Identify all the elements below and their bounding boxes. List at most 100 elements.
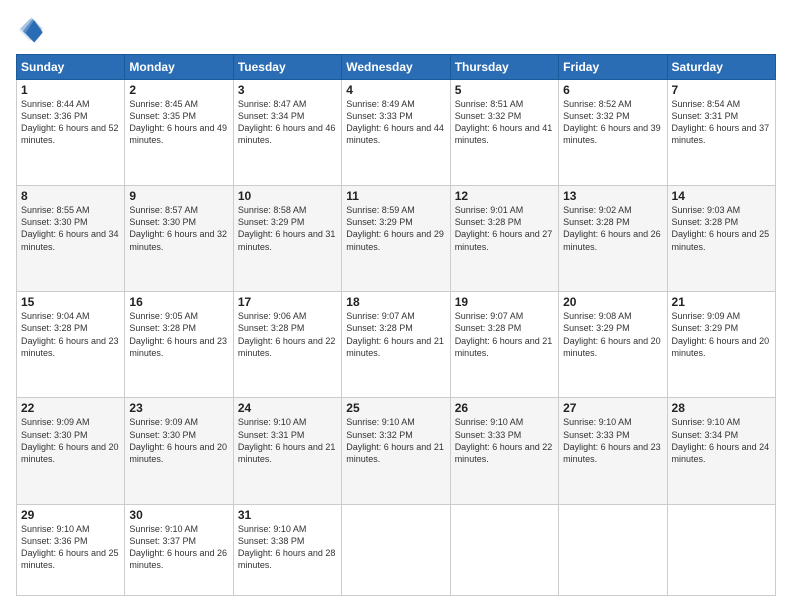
- cell-info: Sunrise: 9:07 AM Sunset: 3:28 PM Dayligh…: [346, 310, 445, 359]
- day-number: 9: [129, 189, 228, 203]
- calendar-week-5: 29 Sunrise: 9:10 AM Sunset: 3:36 PM Dayl…: [17, 504, 776, 595]
- calendar-cell: [342, 504, 450, 595]
- day-number: 14: [672, 189, 771, 203]
- calendar-cell: 4 Sunrise: 8:49 AM Sunset: 3:33 PM Dayli…: [342, 80, 450, 186]
- calendar-week-3: 15 Sunrise: 9:04 AM Sunset: 3:28 PM Dayl…: [17, 292, 776, 398]
- calendar-cell: 8 Sunrise: 8:55 AM Sunset: 3:30 PM Dayli…: [17, 186, 125, 292]
- day-number: 21: [672, 295, 771, 309]
- cell-info: Sunrise: 8:51 AM Sunset: 3:32 PM Dayligh…: [455, 98, 554, 147]
- day-number: 5: [455, 83, 554, 97]
- day-header-saturday: Saturday: [667, 55, 775, 80]
- cell-info: Sunrise: 9:09 AM Sunset: 3:30 PM Dayligh…: [129, 416, 228, 465]
- calendar-cell: 21 Sunrise: 9:09 AM Sunset: 3:29 PM Dayl…: [667, 292, 775, 398]
- calendar-cell: 14 Sunrise: 9:03 AM Sunset: 3:28 PM Dayl…: [667, 186, 775, 292]
- day-number: 18: [346, 295, 445, 309]
- calendar-cell: 13 Sunrise: 9:02 AM Sunset: 3:28 PM Dayl…: [559, 186, 667, 292]
- day-number: 2: [129, 83, 228, 97]
- calendar-cell: 19 Sunrise: 9:07 AM Sunset: 3:28 PM Dayl…: [450, 292, 558, 398]
- cell-info: Sunrise: 9:10 AM Sunset: 3:36 PM Dayligh…: [21, 523, 120, 572]
- calendar-cell: [667, 504, 775, 595]
- cell-info: Sunrise: 9:10 AM Sunset: 3:32 PM Dayligh…: [346, 416, 445, 465]
- cell-info: Sunrise: 9:10 AM Sunset: 3:37 PM Dayligh…: [129, 523, 228, 572]
- day-number: 10: [238, 189, 337, 203]
- calendar-cell: [450, 504, 558, 595]
- calendar-cell: [559, 504, 667, 595]
- calendar-cell: 20 Sunrise: 9:08 AM Sunset: 3:29 PM Dayl…: [559, 292, 667, 398]
- calendar-cell: 28 Sunrise: 9:10 AM Sunset: 3:34 PM Dayl…: [667, 398, 775, 504]
- calendar-header-row: SundayMondayTuesdayWednesdayThursdayFrid…: [17, 55, 776, 80]
- cell-info: Sunrise: 9:04 AM Sunset: 3:28 PM Dayligh…: [21, 310, 120, 359]
- calendar-cell: 6 Sunrise: 8:52 AM Sunset: 3:32 PM Dayli…: [559, 80, 667, 186]
- cell-info: Sunrise: 8:59 AM Sunset: 3:29 PM Dayligh…: [346, 204, 445, 253]
- calendar-cell: 10 Sunrise: 8:58 AM Sunset: 3:29 PM Dayl…: [233, 186, 341, 292]
- calendar-table: SundayMondayTuesdayWednesdayThursdayFrid…: [16, 54, 776, 596]
- calendar-cell: 16 Sunrise: 9:05 AM Sunset: 3:28 PM Dayl…: [125, 292, 233, 398]
- calendar-cell: 27 Sunrise: 9:10 AM Sunset: 3:33 PM Dayl…: [559, 398, 667, 504]
- calendar-week-4: 22 Sunrise: 9:09 AM Sunset: 3:30 PM Dayl…: [17, 398, 776, 504]
- calendar-cell: 31 Sunrise: 9:10 AM Sunset: 3:38 PM Dayl…: [233, 504, 341, 595]
- cell-info: Sunrise: 8:57 AM Sunset: 3:30 PM Dayligh…: [129, 204, 228, 253]
- cell-info: Sunrise: 8:44 AM Sunset: 3:36 PM Dayligh…: [21, 98, 120, 147]
- logo-icon: [16, 16, 44, 44]
- calendar-cell: 7 Sunrise: 8:54 AM Sunset: 3:31 PM Dayli…: [667, 80, 775, 186]
- day-number: 16: [129, 295, 228, 309]
- day-header-monday: Monday: [125, 55, 233, 80]
- day-number: 6: [563, 83, 662, 97]
- cell-info: Sunrise: 9:09 AM Sunset: 3:30 PM Dayligh…: [21, 416, 120, 465]
- calendar-cell: 18 Sunrise: 9:07 AM Sunset: 3:28 PM Dayl…: [342, 292, 450, 398]
- day-number: 20: [563, 295, 662, 309]
- cell-info: Sunrise: 9:10 AM Sunset: 3:31 PM Dayligh…: [238, 416, 337, 465]
- day-number: 15: [21, 295, 120, 309]
- calendar-cell: 30 Sunrise: 9:10 AM Sunset: 3:37 PM Dayl…: [125, 504, 233, 595]
- day-number: 17: [238, 295, 337, 309]
- calendar-cell: 29 Sunrise: 9:10 AM Sunset: 3:36 PM Dayl…: [17, 504, 125, 595]
- calendar-cell: 12 Sunrise: 9:01 AM Sunset: 3:28 PM Dayl…: [450, 186, 558, 292]
- day-number: 24: [238, 401, 337, 415]
- cell-info: Sunrise: 9:07 AM Sunset: 3:28 PM Dayligh…: [455, 310, 554, 359]
- calendar-cell: 1 Sunrise: 8:44 AM Sunset: 3:36 PM Dayli…: [17, 80, 125, 186]
- cell-info: Sunrise: 8:52 AM Sunset: 3:32 PM Dayligh…: [563, 98, 662, 147]
- cell-info: Sunrise: 8:54 AM Sunset: 3:31 PM Dayligh…: [672, 98, 771, 147]
- day-number: 31: [238, 508, 337, 522]
- calendar-cell: 22 Sunrise: 9:09 AM Sunset: 3:30 PM Dayl…: [17, 398, 125, 504]
- header: [16, 16, 776, 44]
- day-number: 19: [455, 295, 554, 309]
- calendar-cell: 24 Sunrise: 9:10 AM Sunset: 3:31 PM Dayl…: [233, 398, 341, 504]
- day-header-sunday: Sunday: [17, 55, 125, 80]
- day-number: 13: [563, 189, 662, 203]
- calendar-cell: 2 Sunrise: 8:45 AM Sunset: 3:35 PM Dayli…: [125, 80, 233, 186]
- cell-info: Sunrise: 9:02 AM Sunset: 3:28 PM Dayligh…: [563, 204, 662, 253]
- cell-info: Sunrise: 9:06 AM Sunset: 3:28 PM Dayligh…: [238, 310, 337, 359]
- cell-info: Sunrise: 9:10 AM Sunset: 3:34 PM Dayligh…: [672, 416, 771, 465]
- cell-info: Sunrise: 8:45 AM Sunset: 3:35 PM Dayligh…: [129, 98, 228, 147]
- day-number: 1: [21, 83, 120, 97]
- day-number: 22: [21, 401, 120, 415]
- calendar-cell: 23 Sunrise: 9:09 AM Sunset: 3:30 PM Dayl…: [125, 398, 233, 504]
- cell-info: Sunrise: 9:01 AM Sunset: 3:28 PM Dayligh…: [455, 204, 554, 253]
- calendar-week-2: 8 Sunrise: 8:55 AM Sunset: 3:30 PM Dayli…: [17, 186, 776, 292]
- calendar-cell: 3 Sunrise: 8:47 AM Sunset: 3:34 PM Dayli…: [233, 80, 341, 186]
- calendar-cell: 9 Sunrise: 8:57 AM Sunset: 3:30 PM Dayli…: [125, 186, 233, 292]
- cell-info: Sunrise: 9:08 AM Sunset: 3:29 PM Dayligh…: [563, 310, 662, 359]
- day-number: 7: [672, 83, 771, 97]
- calendar-cell: 11 Sunrise: 8:59 AM Sunset: 3:29 PM Dayl…: [342, 186, 450, 292]
- calendar-cell: 5 Sunrise: 8:51 AM Sunset: 3:32 PM Dayli…: [450, 80, 558, 186]
- day-number: 28: [672, 401, 771, 415]
- day-header-thursday: Thursday: [450, 55, 558, 80]
- cell-info: Sunrise: 9:03 AM Sunset: 3:28 PM Dayligh…: [672, 204, 771, 253]
- day-number: 23: [129, 401, 228, 415]
- day-number: 27: [563, 401, 662, 415]
- day-number: 8: [21, 189, 120, 203]
- cell-info: Sunrise: 9:05 AM Sunset: 3:28 PM Dayligh…: [129, 310, 228, 359]
- cell-info: Sunrise: 8:58 AM Sunset: 3:29 PM Dayligh…: [238, 204, 337, 253]
- logo: [16, 16, 48, 44]
- day-header-friday: Friday: [559, 55, 667, 80]
- calendar-cell: 15 Sunrise: 9:04 AM Sunset: 3:28 PM Dayl…: [17, 292, 125, 398]
- cell-info: Sunrise: 9:10 AM Sunset: 3:38 PM Dayligh…: [238, 523, 337, 572]
- cell-info: Sunrise: 8:49 AM Sunset: 3:33 PM Dayligh…: [346, 98, 445, 147]
- day-header-tuesday: Tuesday: [233, 55, 341, 80]
- day-number: 29: [21, 508, 120, 522]
- cell-info: Sunrise: 8:55 AM Sunset: 3:30 PM Dayligh…: [21, 204, 120, 253]
- cell-info: Sunrise: 9:10 AM Sunset: 3:33 PM Dayligh…: [563, 416, 662, 465]
- cell-info: Sunrise: 9:09 AM Sunset: 3:29 PM Dayligh…: [672, 310, 771, 359]
